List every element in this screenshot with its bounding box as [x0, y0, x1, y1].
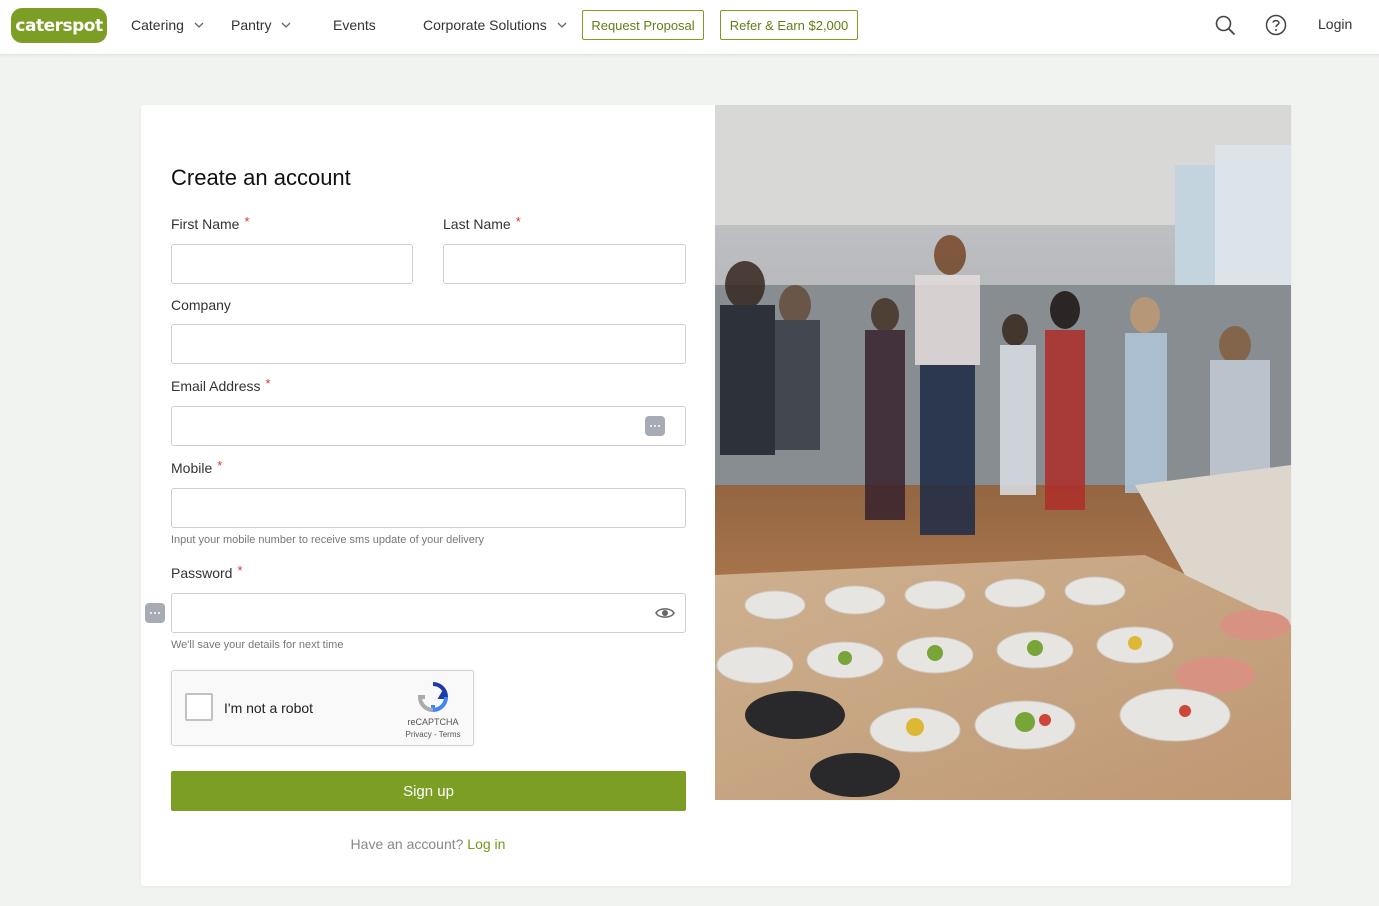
- nav-pantry-label: Pantry: [231, 17, 272, 33]
- top-navigation: caterspot Catering Pantry Events Corpora…: [0, 0, 1379, 55]
- mobile-label-text: Mobile: [171, 460, 213, 476]
- nav-catering[interactable]: Catering: [131, 16, 205, 34]
- recaptcha-text: I'm not a robot: [224, 700, 314, 716]
- event-photo-illustration: [715, 105, 1291, 800]
- nav-catering-label: Catering: [131, 17, 184, 33]
- password-manager-icon[interactable]: [145, 603, 165, 623]
- eye-icon[interactable]: [655, 605, 675, 621]
- password-manager-icon[interactable]: [645, 416, 665, 436]
- recaptcha-checkbox[interactable]: [185, 693, 213, 721]
- nav-events-label: Events: [333, 17, 376, 33]
- request-proposal-button[interactable]: Request Proposal: [582, 10, 704, 40]
- recaptcha-icon: [417, 682, 449, 713]
- email-input[interactable]: [171, 406, 686, 446]
- first-name-label-text: First Name: [171, 216, 240, 232]
- mobile-label: Mobile *: [171, 458, 223, 476]
- login-link-bottom[interactable]: Log in: [467, 836, 505, 852]
- last-name-input[interactable]: [443, 244, 686, 284]
- email-label: Email Address *: [171, 376, 271, 394]
- first-name-label: First Name *: [171, 214, 250, 232]
- have-account-label: Have an account?: [350, 836, 464, 852]
- chevron-down-icon: [282, 22, 291, 28]
- company-input[interactable]: [171, 324, 686, 364]
- recaptcha-links[interactable]: Privacy - Terms: [398, 730, 468, 739]
- email-label-text: Email Address: [171, 378, 261, 394]
- mobile-helper-text: Input your mobile number to receive sms …: [171, 534, 485, 546]
- nav-corporate-label: Corporate Solutions: [423, 17, 547, 33]
- help-icon[interactable]: [1265, 14, 1287, 36]
- password-label-text: Password: [171, 565, 233, 581]
- have-account-text: Have an account? Log in: [0, 836, 856, 852]
- login-link[interactable]: Login: [1318, 16, 1352, 32]
- search-icon[interactable]: [1214, 14, 1236, 36]
- page-title: Create an account: [171, 165, 351, 190]
- last-name-label: Last Name *: [443, 214, 521, 232]
- required-mark: *: [237, 563, 243, 578]
- company-label: Company: [171, 297, 231, 313]
- first-name-input[interactable]: [171, 244, 413, 284]
- nav-corporate-solutions[interactable]: Corporate Solutions: [423, 16, 568, 34]
- mobile-input[interactable]: [171, 488, 686, 528]
- password-input[interactable]: [171, 593, 686, 633]
- required-mark: *: [217, 458, 223, 473]
- required-mark: *: [244, 214, 250, 229]
- required-mark: *: [265, 376, 271, 391]
- recaptcha-widget: I'm not a robot reCAPTCHA Privacy - Term…: [171, 670, 474, 746]
- password-label: Password *: [171, 563, 243, 581]
- logo-text: caterspot: [15, 15, 103, 36]
- nav-events[interactable]: Events: [333, 16, 376, 34]
- chevron-down-icon: [557, 22, 567, 28]
- password-helper-text: We'll save your details for next time: [171, 639, 344, 651]
- caterspot-logo[interactable]: caterspot: [11, 8, 107, 43]
- signup-button[interactable]: Sign up: [171, 771, 686, 811]
- refer-earn-button[interactable]: Refer & Earn $2,000: [720, 10, 858, 40]
- recaptcha-brand: reCAPTCHA: [407, 717, 459, 727]
- last-name-label-text: Last Name: [443, 216, 511, 232]
- required-mark: *: [515, 214, 521, 229]
- event-photo: [715, 105, 1291, 800]
- chevron-down-icon: [194, 22, 204, 28]
- nav-pantry[interactable]: Pantry: [231, 16, 292, 34]
